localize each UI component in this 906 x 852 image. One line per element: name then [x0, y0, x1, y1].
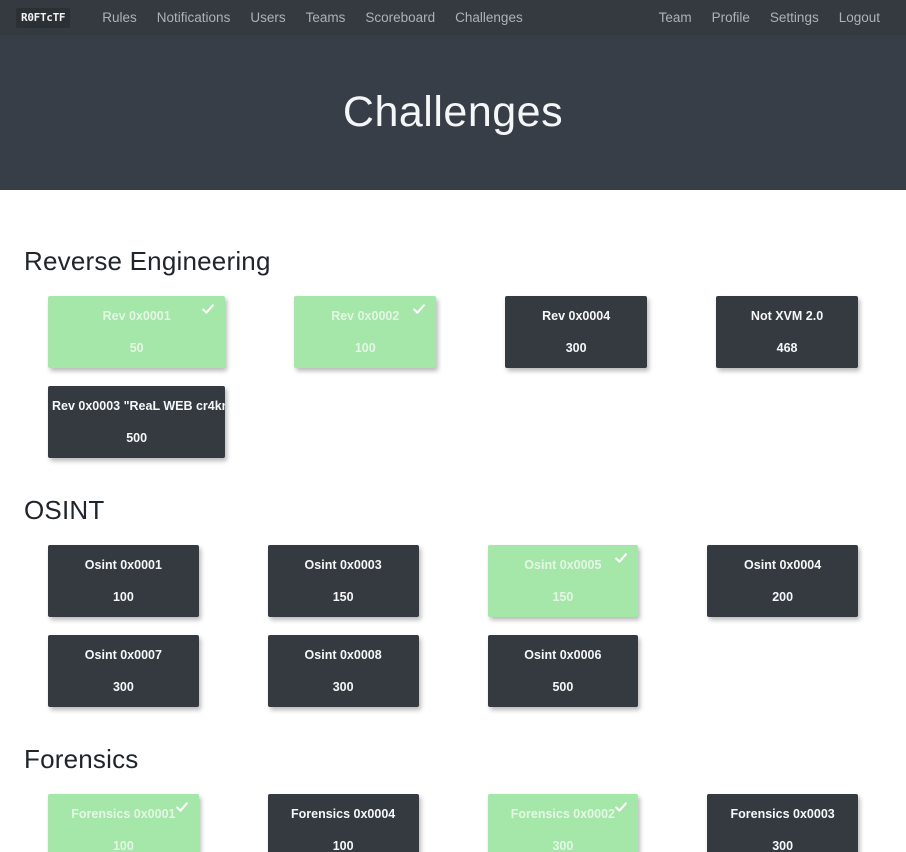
challenge-card[interactable]: Osint 0x0003 150: [267, 545, 419, 617]
nav-link-settings[interactable]: Settings: [760, 0, 829, 35]
page-hero: Challenges: [0, 35, 906, 190]
nav-link-scoreboard[interactable]: Scoreboard: [355, 0, 445, 35]
challenge-points: 150: [332, 589, 354, 604]
challenge-grid-0: Rev 0x0001 50 Rev 0x0002 100 Rev 0x0004 300 No…: [24, 296, 882, 458]
category-title: OSINT: [24, 495, 105, 525]
challenge-points: 500: [552, 679, 574, 694]
challenge-card[interactable]: Osint 0x0004 200: [707, 545, 858, 617]
challenge-title: Forensics 0x0001: [71, 807, 176, 821]
top-navbar: R0FTcTF Rules Notifications Users Teams Scor…: [0, 0, 906, 35]
challenge-points: 100: [112, 838, 134, 852]
challenge-cell: Osint 0x0003 150: [244, 545, 443, 617]
secondary-nav: Team Profile Settings Logout: [649, 0, 890, 35]
challenge-cell: Osint 0x0007 300: [24, 635, 223, 707]
challenge-title: Osint 0x0001: [84, 558, 162, 572]
challenge-title: Rev 0x0004: [542, 309, 611, 323]
challenge-title: Osint 0x0008: [304, 648, 382, 662]
challenge-cell: Rev 0x0003 "ReaL WEB cr4kn 500: [24, 386, 249, 458]
challenge-cell: Osint 0x0006 500: [464, 635, 663, 707]
challenge-points: 100: [354, 340, 376, 355]
primary-nav: Rules Notifications Users Teams Scoreboard Ch…: [92, 0, 532, 35]
nav-link-logout[interactable]: Logout: [829, 0, 890, 35]
challenge-title: Osint 0x0006: [524, 648, 602, 662]
challenge-points: 300: [112, 679, 134, 694]
brand-label: R0FTcTF: [21, 11, 66, 24]
page-title: Challenges: [342, 88, 564, 136]
category-section-2: Forensics Forensics 0x0001 100 Forensics 0…: [24, 707, 882, 852]
challenge-points: 300: [772, 838, 794, 852]
challenge-points: 300: [552, 838, 574, 852]
challenge-points: 100: [332, 838, 354, 852]
challenge-card[interactable]: Forensics 0x0002 300: [487, 794, 639, 852]
challenge-points: 468: [776, 340, 798, 355]
nav-link-challenges[interactable]: Challenges: [445, 0, 533, 35]
challenge-title: Not XVM 2.0: [750, 309, 824, 323]
challenge-cell: Forensics 0x0001 100: [24, 794, 223, 852]
challenge-title: Rev 0x0002: [331, 309, 400, 323]
challenge-points: 500: [126, 430, 148, 445]
challenge-card[interactable]: Forensics 0x0001 100: [48, 794, 199, 852]
category-title: Reverse Engineering: [24, 246, 271, 276]
challenge-card[interactable]: Osint 0x0006 500: [487, 635, 639, 707]
challenge-title: Osint 0x0005: [524, 558, 602, 572]
challenge-title: Forensics 0x0002: [510, 807, 615, 821]
challenge-card[interactable]: Rev 0x0001 50: [48, 296, 226, 368]
challenge-cell: Osint 0x0008 300: [244, 635, 443, 707]
challenge-points: 100: [112, 589, 134, 604]
check-icon: [412, 302, 426, 316]
challenge-grid-1: Osint 0x0001 100 Osint 0x0003 150 Osint 0x00…: [24, 545, 882, 707]
challenge-title: Forensics 0x0004: [291, 807, 396, 821]
challenge-card[interactable]: Not XVM 2.0 468: [716, 296, 858, 368]
challenge-card[interactable]: Forensics 0x0004 100: [267, 794, 419, 852]
challenge-cell: Not XVM 2.0 468: [692, 296, 882, 368]
challenge-card[interactable]: Rev 0x0004 300: [505, 296, 648, 368]
nav-link-teams[interactable]: Teams: [296, 0, 356, 35]
challenge-card[interactable]: Rev 0x0002 100: [294, 296, 437, 368]
challenge-cell: Osint 0x0004 200: [683, 545, 882, 617]
category-section-0: Reverse Engineering Rev 0x0001 50 Rev 0x00…: [24, 190, 882, 458]
challenge-cell: Forensics 0x0004 100: [244, 794, 443, 852]
challenge-cell: Rev 0x0004 300: [481, 296, 671, 368]
challenge-cell: Rev 0x0002 100: [270, 296, 460, 368]
challenge-title: Osint 0x0007: [84, 648, 162, 662]
ctf-logo-icon[interactable]: R0FTcTF: [16, 7, 71, 28]
check-icon: [614, 800, 628, 814]
challenge-points: 150: [552, 589, 574, 604]
challenge-cell: Osint 0x0005 150: [464, 545, 663, 617]
nav-link-rules[interactable]: Rules: [92, 0, 147, 35]
challenge-points: 200: [772, 589, 794, 604]
challenge-card[interactable]: Osint 0x0007 300: [48, 635, 199, 707]
category-title: Forensics: [24, 744, 139, 774]
challenge-grid-2: Forensics 0x0001 100 Forensics 0x0004 100 Fo…: [24, 794, 882, 852]
challenge-title: Rev 0x0001: [102, 309, 171, 323]
nav-link-users[interactable]: Users: [240, 0, 295, 35]
challenge-card[interactable]: Osint 0x0008 300: [267, 635, 419, 707]
challenge-title: Osint 0x0004: [744, 558, 822, 572]
check-icon: [614, 551, 628, 565]
challenge-card[interactable]: Forensics 0x0003 300: [707, 794, 858, 852]
challenge-points: 300: [332, 679, 354, 694]
challenge-points: 50: [129, 340, 144, 355]
nav-link-profile[interactable]: Profile: [702, 0, 760, 35]
nav-link-team[interactable]: Team: [649, 0, 702, 35]
challenge-title: Rev 0x0003 "ReaL WEB cr4kn: [52, 399, 226, 413]
challenge-card[interactable]: Osint 0x0001 100: [48, 545, 199, 617]
challenge-card[interactable]: Rev 0x0003 "ReaL WEB cr4kn 500: [48, 386, 226, 458]
challenge-title: Forensics 0x0003: [730, 807, 835, 821]
challenge-title: Osint 0x0003: [304, 558, 382, 572]
challenge-card[interactable]: Osint 0x0005 150: [487, 545, 639, 617]
check-icon: [201, 302, 215, 316]
challenge-cell: Forensics 0x0003 300: [683, 794, 882, 852]
nav-link-notifications[interactable]: Notifications: [147, 0, 241, 35]
challenges-content: Reverse Engineering Rev 0x0001 50 Rev 0x00…: [0, 190, 906, 852]
challenge-cell: Forensics 0x0002 300: [464, 794, 663, 852]
challenge-cell: Rev 0x0001 50: [24, 296, 249, 368]
challenge-cell: Osint 0x0001 100: [24, 545, 223, 617]
category-section-1: OSINT Osint 0x0001 100 Osint 0x0003 150 Osin…: [24, 458, 882, 707]
challenge-points: 300: [565, 340, 587, 355]
check-icon: [175, 800, 189, 814]
